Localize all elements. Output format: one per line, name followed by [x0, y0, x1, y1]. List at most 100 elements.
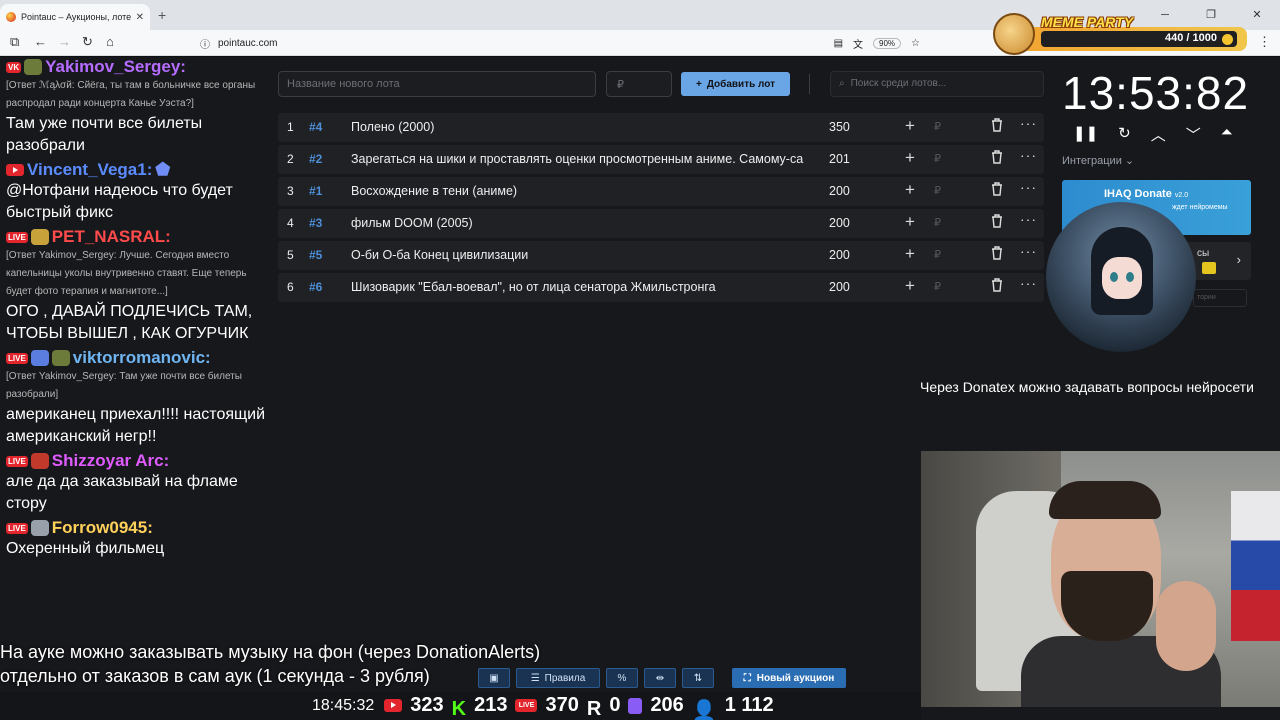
new-auction-label: Новый аукцион: [756, 672, 835, 684]
ruble-input[interactable]: ₽: [934, 248, 941, 261]
lot-row: 4 #3 фильм DOOM (2005) 200 + ₽ ···: [278, 209, 1044, 238]
add-lot-button[interactable]: + Добавить лот: [681, 72, 790, 96]
lot-position: 3: [287, 184, 294, 198]
site-info-icon[interactable]: ⓘ: [200, 36, 210, 51]
translate-icon[interactable]: 文: [853, 36, 863, 51]
more-icon[interactable]: ···: [1020, 179, 1037, 195]
tab-actions-icon[interactable]: ⧉: [10, 34, 19, 50]
new-lot-input[interactable]: Название нового лота: [278, 71, 596, 97]
sort-button[interactable]: ⇅: [682, 668, 714, 688]
chat-message: VK Yakimov_Sergey: [Ответ ℳąλσй: Сйёга, т…: [6, 57, 268, 157]
lot-search-input[interactable]: ⌕ Поиск среди лотов...: [830, 71, 1044, 97]
integrations-dropdown[interactable]: Интеграции ⌄: [1062, 154, 1134, 167]
reset-icon[interactable]: ↻: [1118, 124, 1131, 145]
close-tab-icon[interactable]: ✕: [136, 12, 144, 23]
tab-title: Pointauc – Аукционы, лотереи: [21, 12, 131, 22]
rutube-icon: R: [586, 697, 602, 720]
chat-text: американец приехал!!!! настоящий америка…: [6, 406, 266, 445]
lot-name[interactable]: Восхождение в тени (аниме): [351, 184, 819, 198]
ruble-input[interactable]: ₽: [934, 184, 941, 197]
chevron-up-icon[interactable]: ︿: [1151, 124, 1166, 145]
lot-name[interactable]: О-би О-ба Конец цивилизации: [351, 248, 819, 262]
chat-author: Shizzoyar Arc:: [51, 451, 170, 470]
trash-icon[interactable]: [991, 150, 1003, 164]
emote-icon: [30, 520, 49, 536]
chat-message: LIVE Forrow0945: Охеренный фильмец: [6, 518, 268, 560]
lot-name[interactable]: фильм DOOM (2005): [351, 216, 819, 230]
history-input[interactable]: тории: [1193, 289, 1247, 307]
lot-row: 5 #5 О-би О-ба Конец цивилизации 200 + ₽…: [278, 241, 1044, 270]
ruble-input[interactable]: ₽: [934, 120, 941, 133]
lot-row: 1 #4 Полено (2000) 350 + ₽ ···: [278, 113, 1044, 142]
trash-icon[interactable]: [991, 214, 1003, 228]
trash-icon[interactable]: [991, 182, 1003, 196]
ruble-input[interactable]: ₽: [934, 152, 941, 165]
split-button[interactable]: ⇹: [644, 668, 676, 688]
lot-amount: 200: [829, 216, 850, 230]
home-icon[interactable]: ⌂: [106, 34, 114, 49]
meme-party-title: MEME PARTY: [1041, 14, 1134, 30]
trash-icon[interactable]: [991, 118, 1003, 132]
browser-tab[interactable]: Pointauc – Аукционы, лотереи ✕: [0, 4, 150, 30]
star-icon[interactable]: ☆: [911, 38, 920, 49]
auction-toolbar: ▣ ☰ Правила % ⇹ ⇅: [478, 668, 714, 688]
pause-icon[interactable]: ❚❚: [1073, 124, 1098, 145]
twitch-icon: [628, 697, 643, 714]
double-chevron-up-icon[interactable]: ⏶: [1221, 124, 1233, 145]
add-amount-icon[interactable]: +: [905, 276, 915, 296]
new-tab-icon[interactable]: +: [158, 7, 166, 23]
lot-amount: 200: [829, 248, 850, 262]
add-amount-icon[interactable]: +: [905, 116, 915, 136]
lot-id: #4: [309, 120, 323, 134]
lot-name[interactable]: Зарегаться на шики и проставлять оценки …: [351, 152, 819, 166]
more-icon[interactable]: ···: [1020, 147, 1037, 163]
new-auction-button[interactable]: ⛶ Новый аукцион: [732, 668, 846, 688]
back-icon[interactable]: ←: [34, 34, 47, 49]
chat-author: Vincent_Vega1:: [27, 160, 153, 179]
omnibox[interactable]: ⓘ pointauc.com ▤ 文 90% ☆: [200, 33, 920, 53]
ruble-input[interactable]: ₽: [934, 216, 941, 229]
percent-button[interactable]: %: [606, 668, 638, 688]
youtube-viewers: 323: [410, 694, 444, 716]
vk-live-viewers: 370: [545, 694, 579, 716]
lot-row: 6 #6 Шизоварик "Ебал-воевал", но от лица…: [278, 273, 1044, 302]
webcam-feed: [921, 451, 1280, 707]
kick-viewers: 213: [474, 694, 508, 716]
search-icon: ⌕: [839, 78, 845, 89]
add-amount-icon[interactable]: +: [905, 180, 915, 200]
ruble-input[interactable]: ₽: [934, 280, 941, 293]
add-amount-icon[interactable]: +: [905, 212, 915, 232]
lot-name[interactable]: Шизоварик "Ебал-воевал", но от лица сена…: [351, 280, 819, 294]
more-icon[interactable]: ···: [1020, 275, 1037, 291]
youtube-icon: [384, 699, 403, 712]
more-icon[interactable]: ···: [1020, 115, 1037, 131]
stream-clock: 18:45:32: [312, 696, 375, 714]
price-input[interactable]: ₽: [606, 71, 672, 97]
trash-icon[interactable]: [991, 246, 1003, 260]
integration-card-label: сы: [1197, 248, 1210, 259]
trash-icon[interactable]: [991, 278, 1003, 292]
menu-icon[interactable]: ⋮: [1258, 34, 1271, 50]
chevron-down-icon: ⌄: [1124, 155, 1135, 167]
zoom-level[interactable]: 90%: [873, 37, 902, 49]
donate-subtitle: ждет нейромемы: [1172, 204, 1228, 211]
list-icon: ☰: [530, 672, 540, 684]
add-amount-icon[interactable]: +: [905, 244, 915, 264]
save-button[interactable]: ▣: [478, 668, 510, 688]
lot-name[interactable]: Полено (2000): [351, 120, 819, 134]
sort-icon: ⇅: [693, 672, 703, 684]
chat-message: LIVE PET_NASRAL: [Ответ Yakimov_Sergey: Л…: [6, 227, 268, 345]
chat-text: Охеренный фильмец: [6, 540, 165, 557]
forward-icon[interactable]: →: [58, 34, 71, 49]
chat-author: Forrow0945:: [51, 518, 153, 537]
more-icon[interactable]: ···: [1020, 211, 1037, 227]
more-icon[interactable]: ···: [1020, 243, 1037, 259]
reload-icon[interactable]: ↻: [82, 34, 93, 50]
chevron-down-icon[interactable]: ﹀: [1186, 124, 1201, 145]
reader-icon[interactable]: ▤: [834, 38, 843, 49]
donatex-notice: Через Donatex можно задавать вопросы ней…: [920, 379, 1254, 395]
lot-id: #1: [309, 184, 323, 198]
rules-button[interactable]: ☰ Правила: [516, 668, 600, 688]
add-amount-icon[interactable]: +: [905, 148, 915, 168]
chat-author: viktorromanovic:: [72, 348, 211, 367]
